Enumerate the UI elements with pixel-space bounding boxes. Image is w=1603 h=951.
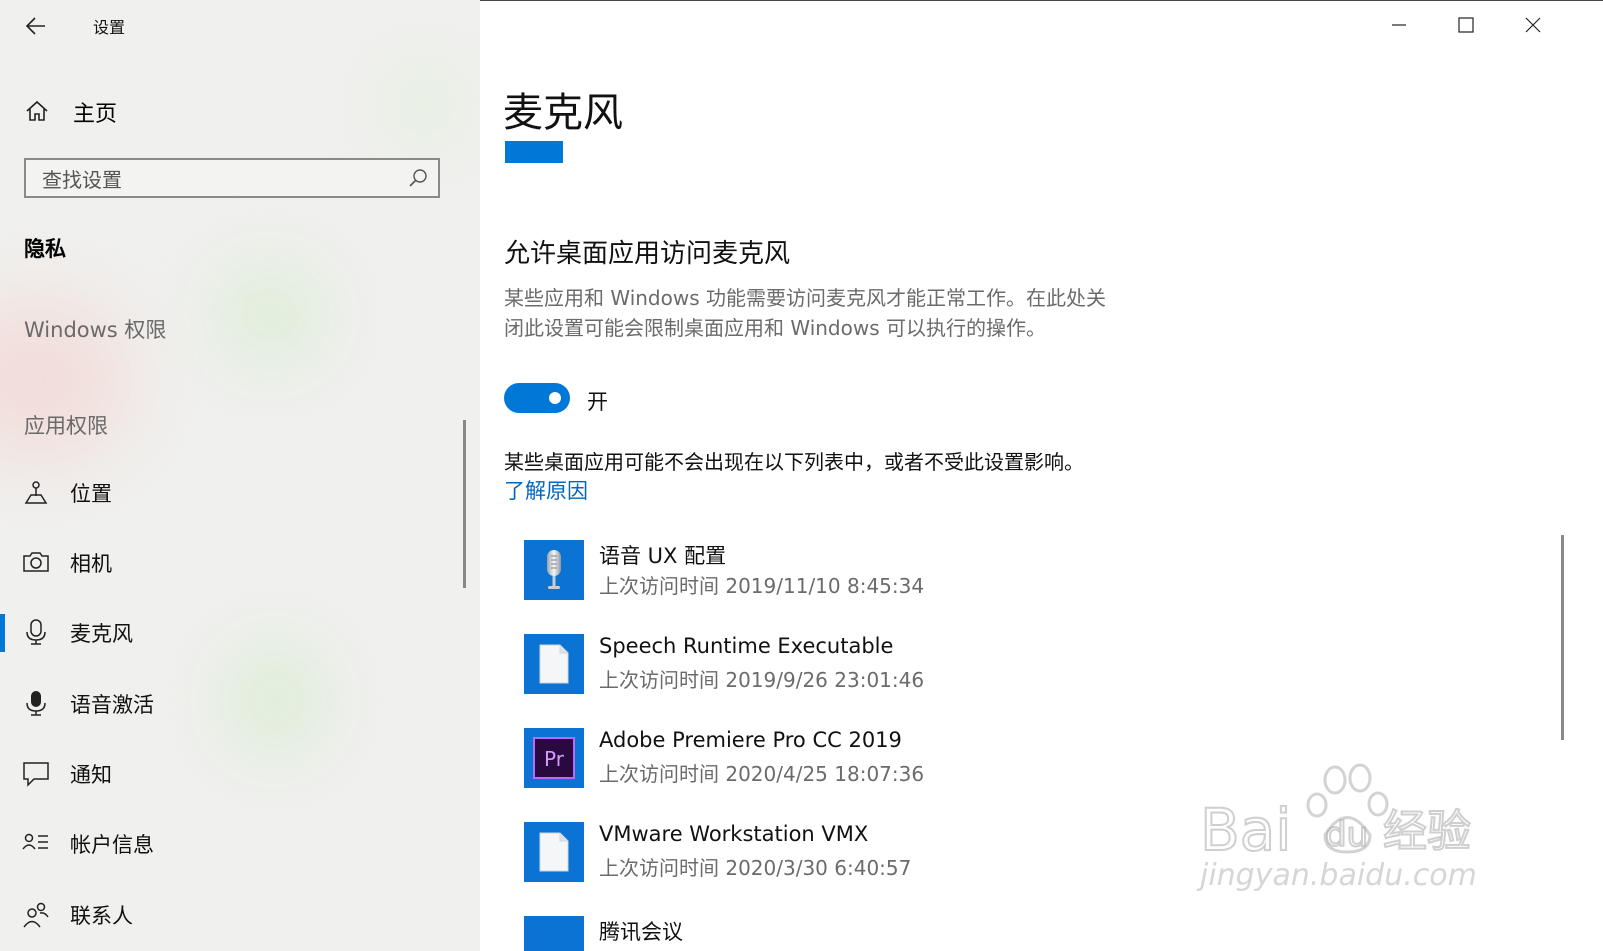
camera-icon (23, 552, 49, 572)
file-icon (524, 634, 584, 694)
main-scrollbar[interactable] (1561, 535, 1564, 740)
toggle-state-label: 开 (587, 390, 608, 414)
microphone-access-toggle[interactable] (504, 383, 570, 413)
minimize-icon (1392, 24, 1406, 26)
sidebar-item-label: 相机 (70, 552, 112, 576)
sidebar-item-camera[interactable]: 相机 (0, 538, 470, 588)
title-accent-bar (505, 141, 563, 163)
sidebar-item-label: 主页 (73, 102, 118, 127)
learn-more-link[interactable]: 了解原因 (504, 475, 588, 505)
app-list-item: 语音 UX 配置 上次访问时间 2019/11/10 8:45:34 (524, 540, 1224, 602)
description-line-2: 闭此设置可能会限制桌面应用和 Windows 可以执行的操作。 (504, 316, 1046, 340)
maximize-icon (1458, 17, 1474, 33)
description-line-1: 某些应用和 Windows 功能需要访问麦克风才能正常工作。在此处关 (504, 286, 1106, 310)
sidebar-item-home[interactable]: 主页 (0, 88, 480, 132)
sidebar-scrollbar[interactable] (463, 420, 466, 588)
premiere-pro-icon: Pr (524, 728, 584, 788)
sidebar-item-voice-activation[interactable]: 语音激活 (0, 679, 470, 729)
note-text: 某些桌面应用可能不会出现在以下列表中，或者不受此设置影响。 (504, 450, 1084, 474)
voice-activation-icon (26, 691, 46, 716)
sidebar-item-label: 帐户信息 (70, 833, 154, 857)
app-last-access: 上次访问时间 2019/11/10 8:45:34 (599, 574, 925, 598)
close-icon (1525, 17, 1541, 33)
app-title: 设置 (93, 18, 126, 37)
sidebar-item-label: 麦克风 (70, 622, 133, 646)
search-icon[interactable] (408, 168, 428, 188)
toggle-knob (549, 392, 561, 404)
watermark-cn: 经验 (1383, 806, 1471, 857)
page-title: 麦克风 (503, 90, 623, 136)
sidebar-item-label: 通知 (70, 763, 112, 787)
minimize-button[interactable] (1366, 0, 1432, 50)
sidebar-item-account-info[interactable]: 帐户信息 (0, 819, 470, 869)
notification-icon (23, 762, 49, 787)
app-name: 语音 UX 配置 (599, 544, 727, 568)
sidebar-item-notifications[interactable]: 通知 (0, 749, 470, 799)
location-icon (24, 481, 48, 504)
sidebar-item-label: 位置 (70, 482, 112, 506)
account-info-icon (22, 833, 48, 850)
section-heading: 允许桌面应用访问麦克风 (504, 239, 791, 269)
app-list-item: VMware Workstation VMX 上次访问时间 2020/3/30 … (524, 822, 1224, 884)
sidebar-item-location[interactable]: 位置 (0, 468, 470, 518)
microphone-app-icon (524, 540, 584, 600)
section-description: 某些应用和 Windows 功能需要访问麦克风才能正常工作。在此处关 闭此设置可… (504, 283, 1184, 343)
sidebar-item-contacts[interactable]: 联系人 (0, 890, 470, 940)
sidebar: 设置 主页 隐私 Windows 权限 应用权限 位置 相机 (0, 0, 480, 951)
sidebar-item-label: 联系人 (70, 904, 133, 928)
sidebar-item-label: 语音激活 (70, 693, 154, 717)
section-title: 隐私 (24, 237, 66, 261)
app-list-item: 腾讯会议 (524, 916, 1224, 951)
home-icon (26, 100, 48, 121)
app-last-access: 上次访问时间 2019/9/26 23:01:46 (599, 668, 925, 692)
microphone-icon (26, 619, 46, 645)
app-list-item: Speech Runtime Executable 上次访问时间 2019/9/… (524, 634, 1224, 696)
premiere-icon-text: Pr (544, 747, 565, 771)
contacts-icon (23, 902, 49, 928)
file-icon (524, 822, 584, 882)
app-list-item: Pr Adobe Premiere Pro CC 2019 上次访问时间 202… (524, 728, 1224, 790)
app-last-access: 上次访问时间 2020/4/25 18:07:36 (599, 762, 925, 786)
app-name: Adobe Premiere Pro CC 2019 (599, 728, 902, 752)
app-icon (524, 916, 584, 951)
group-header-windows-permissions: Windows 权限 (24, 318, 167, 342)
close-button[interactable] (1500, 0, 1566, 50)
app-name: VMware Workstation VMX (599, 822, 869, 846)
watermark-du: du (1325, 815, 1368, 855)
search-box (24, 158, 440, 198)
app-last-access: 上次访问时间 2020/3/30 6:40:57 (599, 856, 912, 880)
sidebar-item-microphone[interactable]: 麦克风 (0, 608, 470, 658)
back-arrow-icon (25, 17, 45, 35)
maximize-button[interactable] (1433, 0, 1499, 50)
search-input[interactable] (40, 166, 404, 194)
app-name: Speech Runtime Executable (599, 634, 894, 658)
group-header-app-permissions: 应用权限 (24, 414, 108, 438)
watermark-url: jingyan.baidu.com (1200, 858, 1477, 893)
app-name: 腾讯会议 (599, 920, 683, 944)
back-button[interactable] (20, 10, 52, 42)
